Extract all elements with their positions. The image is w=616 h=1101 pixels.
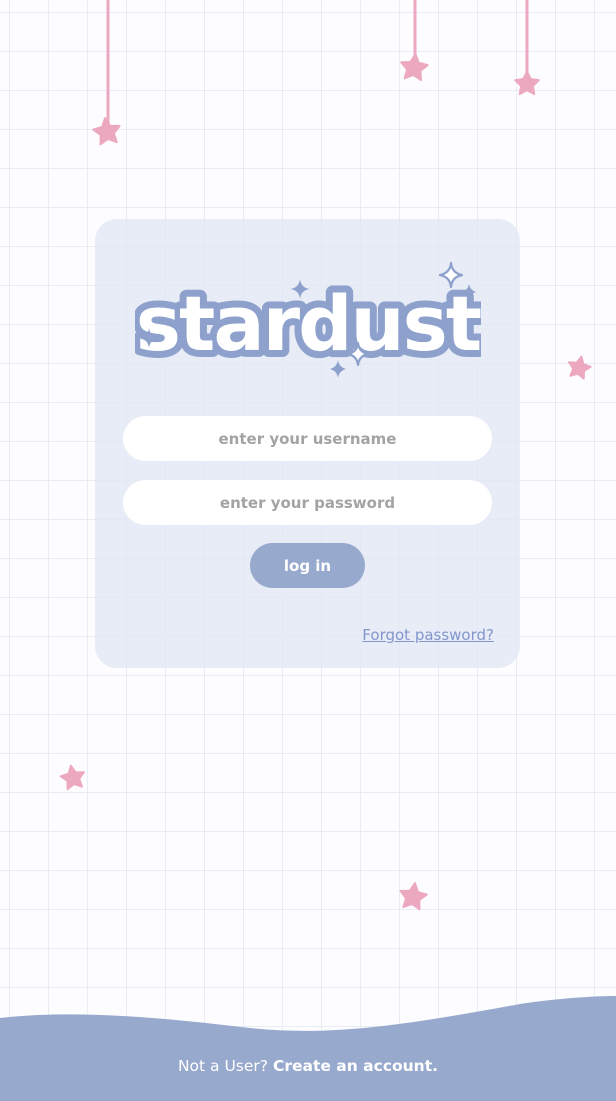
hanging-star-mid bbox=[398, 0, 430, 82]
star-icon bbox=[58, 762, 88, 791]
login-button[interactable]: log in bbox=[250, 543, 365, 588]
hanging-star-left bbox=[90, 0, 123, 147]
star-icon bbox=[565, 353, 594, 381]
logo-text: stardust bbox=[136, 279, 481, 368]
forgot-password-link[interactable]: Forgot password? bbox=[362, 626, 494, 644]
password-input[interactable] bbox=[123, 480, 492, 525]
footer-wave bbox=[0, 996, 616, 1101]
create-account-link[interactable]: Create an account. bbox=[273, 1057, 438, 1075]
stardust-logo: stardust stardust bbox=[135, 261, 481, 378]
star-icon bbox=[397, 880, 430, 912]
username-input[interactable] bbox=[123, 416, 492, 461]
signup-prompt: Not a User? Create an account. bbox=[0, 1057, 616, 1075]
signup-prompt-text: Not a User? bbox=[177, 1057, 269, 1075]
hanging-star-right bbox=[514, 0, 540, 96]
